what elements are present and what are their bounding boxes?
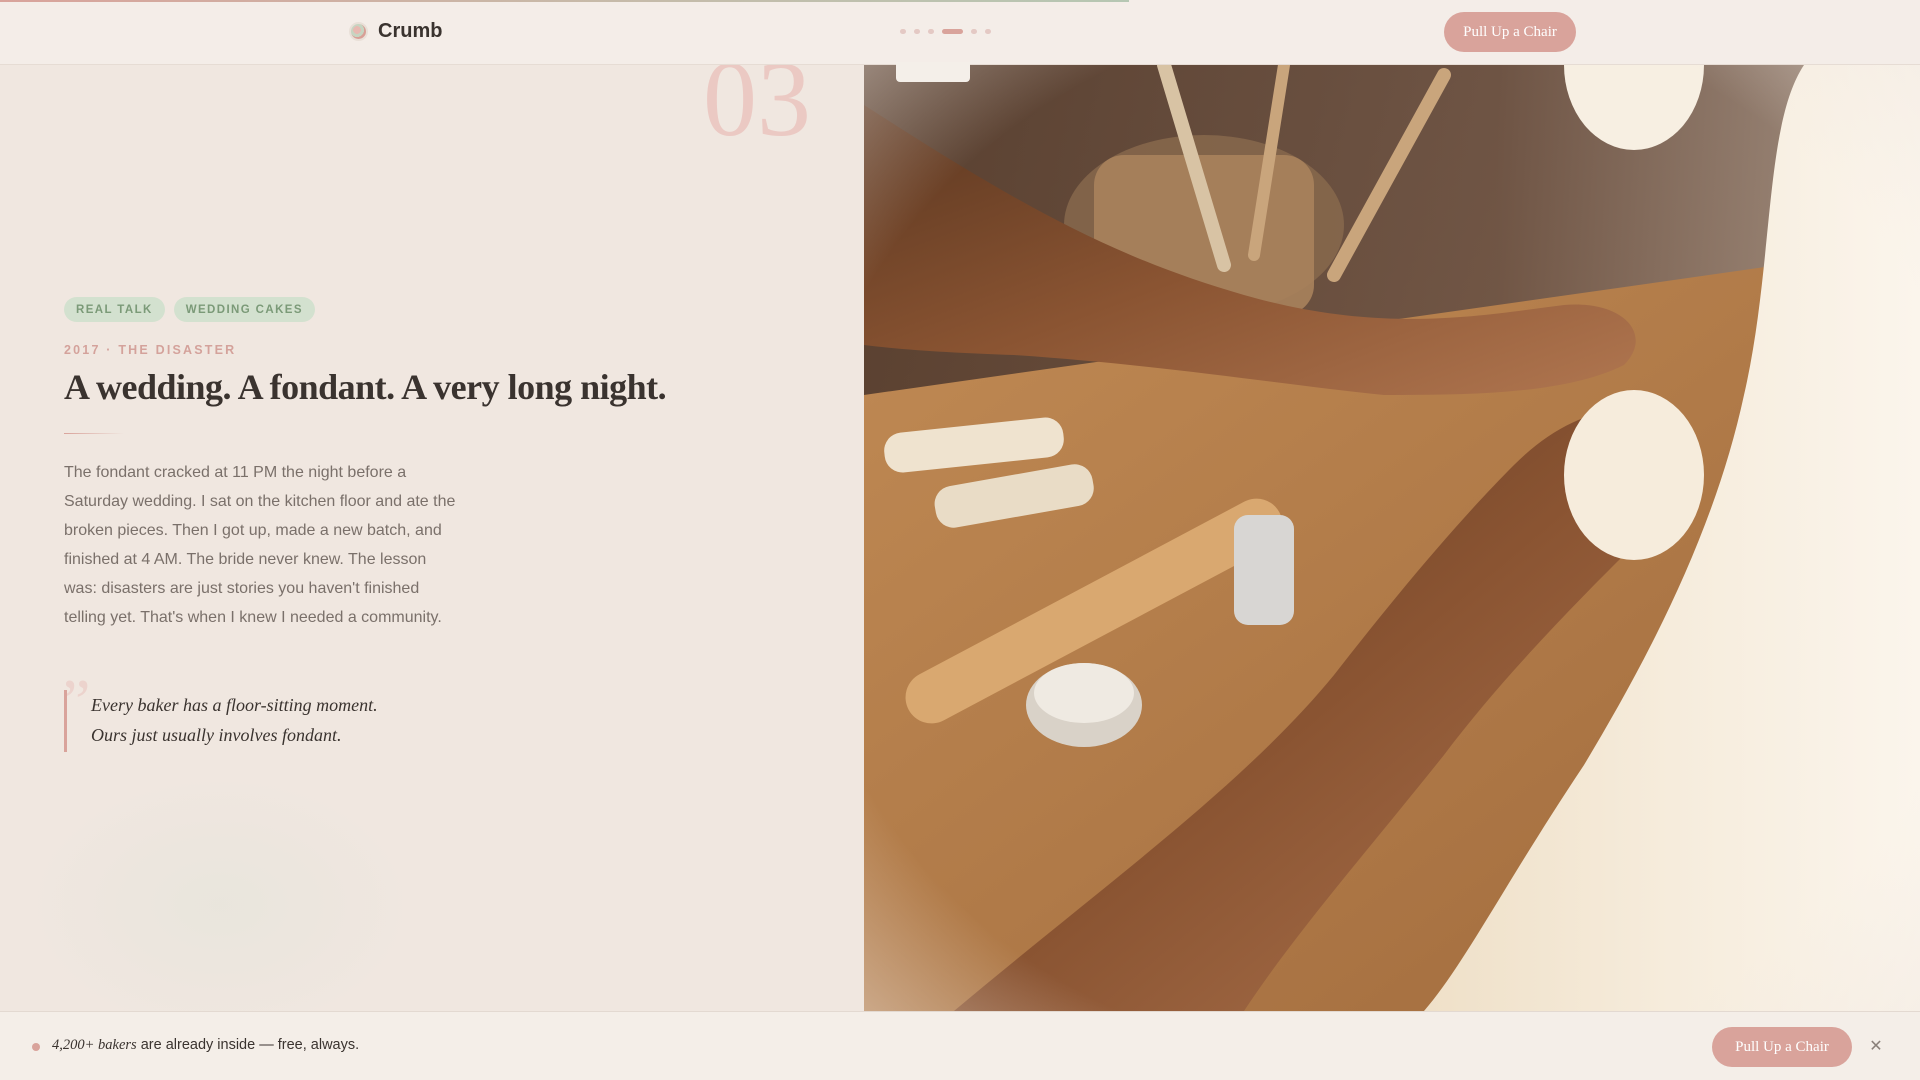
baker-smoothing-fondant-photo <box>864 65 1920 1011</box>
section-dot-2[interactable] <box>914 29 920 34</box>
story-eyebrow: 2017 · THE DISASTER <box>64 343 237 357</box>
tag-wedding-cakes[interactable]: WEDDING CAKES <box>173 297 315 322</box>
section-dot-3[interactable] <box>928 29 934 34</box>
live-indicator-dot <box>32 1043 40 1051</box>
site-header: Crumb Pull Up a Chair <box>0 0 1920 65</box>
join-banner: 4,200+ bakers are already inside — free,… <box>0 1011 1920 1080</box>
story-title: A wedding. A fondant. A very long night. <box>64 367 667 407</box>
section-dot-1[interactable] <box>900 29 906 34</box>
brand-logo[interactable]: Crumb <box>349 20 442 43</box>
quote-line-1: Every baker has a floor-sitting moment. <box>91 695 378 715</box>
tag-list: REAL TALK WEDDING CAKES <box>64 297 315 322</box>
brand-name: Crumb <box>378 20 443 42</box>
crumb-logo-icon <box>349 22 368 41</box>
title-divider <box>64 433 124 434</box>
pull-up-a-chair-button[interactable]: Pull Up a Chair <box>1444 12 1576 52</box>
member-count-suffix: are already inside — free, always. <box>136 1037 360 1053</box>
quote-line-2: Ours just usually involves fondant. <box>91 725 342 745</box>
decorative-glow <box>20 770 420 1040</box>
close-icon[interactable]: ✕ <box>1866 1036 1886 1056</box>
banner-pull-up-a-chair-button[interactable]: Pull Up a Chair <box>1712 1027 1852 1067</box>
photo-label-tab <box>896 62 970 82</box>
member-count: 4,200+ bakers <box>52 1037 137 1053</box>
section-dot-4-active[interactable] <box>942 29 963 34</box>
section-dot-6[interactable] <box>985 29 991 34</box>
photo-illustration <box>864 65 1920 1011</box>
pull-quote: Every baker has a floor-sitting moment. … <box>64 690 378 752</box>
story-body: The fondant cracked at 11 PM the night b… <box>64 464 456 626</box>
tag-real-talk[interactable]: REAL TALK <box>64 297 165 322</box>
section-dot-5[interactable] <box>971 29 977 34</box>
scroll-progress-bar <box>0 0 1129 2</box>
member-count-text: 4,200+ bakers are already inside — free,… <box>52 1037 359 1054</box>
section-progress-dots <box>900 29 991 34</box>
